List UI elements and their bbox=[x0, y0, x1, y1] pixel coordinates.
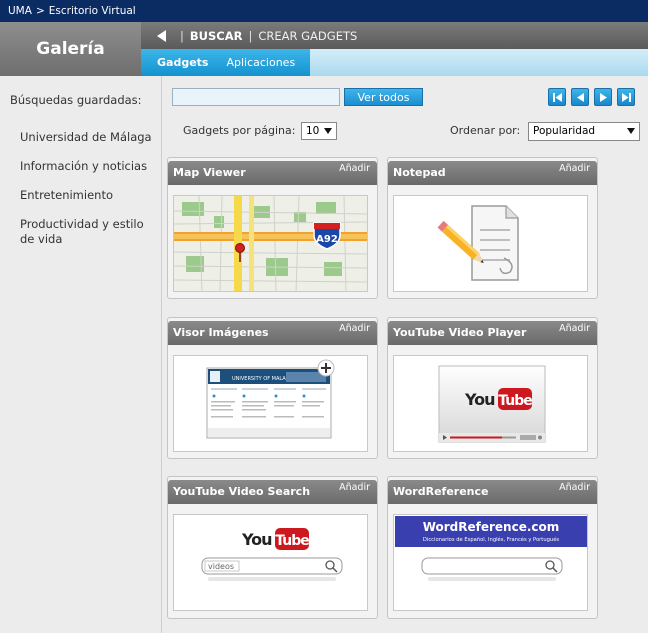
breadcrumb-root[interactable]: UMA bbox=[8, 5, 32, 17]
toolbar-separator: | bbox=[180, 28, 184, 43]
gadget-header: Visor Imágenes Añadir bbox=[168, 321, 377, 345]
wordreference-tagline: Diccionarios de Español, Inglés, Francés… bbox=[423, 536, 560, 543]
add-gadget-button[interactable]: Añadir bbox=[559, 323, 590, 334]
per-page-select[interactable]: 10 bbox=[301, 122, 337, 140]
search-input[interactable] bbox=[172, 88, 340, 106]
next-page-icon[interactable] bbox=[594, 88, 612, 106]
visor-thumbnail: UNIVERSITY OF MALAGA bbox=[173, 355, 368, 452]
wordreference-brand: WordReference.com bbox=[423, 520, 560, 534]
map-thumbnail: A92 bbox=[173, 195, 368, 292]
gadget-card-wordreference[interactable]: WordReference Añadir WordReference.com D… bbox=[387, 476, 598, 619]
sidebar-item-productividad[interactable]: Productividad y estilo de vida bbox=[20, 217, 158, 247]
gadget-title: WordReference bbox=[393, 485, 489, 498]
add-gadget-button[interactable]: Añadir bbox=[339, 323, 370, 334]
tab-gadgets[interactable]: Gadgets bbox=[157, 56, 208, 69]
gadget-card-map-viewer[interactable]: Map Viewer Añadir A92 bbox=[167, 157, 378, 299]
sidebar: Búsquedas guardadas: Universidad de Mála… bbox=[0, 76, 162, 633]
youtube-logo-tube: Tube bbox=[498, 393, 532, 409]
tab-bar: Gadgets Aplicaciones bbox=[141, 49, 648, 76]
youtube-search-value: videos bbox=[208, 562, 234, 571]
header: Galería | BUSCAR | CREAR GADGETS Gadgets… bbox=[0, 22, 648, 76]
tab-aplicaciones[interactable]: Aplicaciones bbox=[226, 56, 295, 69]
add-gadget-button[interactable]: Añadir bbox=[339, 482, 370, 493]
add-gadget-button[interactable]: Añadir bbox=[559, 163, 590, 174]
gadget-title: Map Viewer bbox=[173, 166, 246, 179]
order-label: Ordenar por: bbox=[450, 124, 521, 137]
breadcrumb-separator: > bbox=[35, 5, 45, 17]
order-value: Popularidad bbox=[533, 125, 596, 137]
youtube-logo-you: You bbox=[464, 390, 495, 409]
chevron-down-icon bbox=[627, 128, 635, 134]
toolbar-separator: | bbox=[248, 28, 253, 43]
page-title: Galería bbox=[0, 22, 141, 76]
breadcrumb: UMA > Escritorio Virtual bbox=[0, 0, 648, 22]
gadget-card-visor-imagenes[interactable]: Visor Imágenes Añadir UNIVERSITY OF MALA… bbox=[167, 317, 378, 459]
per-page-label: Gadgets por página: bbox=[183, 124, 296, 137]
youtube-player-thumbnail: You Tube bbox=[393, 355, 588, 452]
gadget-card-notepad[interactable]: Notepad Añadir bbox=[387, 157, 598, 299]
gadget-header: Map Viewer Añadir bbox=[168, 161, 377, 185]
crear-gadgets-button[interactable]: CREAR GADGETS bbox=[258, 29, 357, 43]
gadget-header: YouTube Video Player Añadir bbox=[388, 321, 597, 345]
gadget-title: Visor Imágenes bbox=[173, 326, 269, 339]
gadget-title: Notepad bbox=[393, 166, 446, 179]
add-gadget-button[interactable]: Añadir bbox=[339, 163, 370, 174]
ver-todos-button[interactable]: Ver todos bbox=[344, 88, 423, 106]
add-gadget-button[interactable]: Añadir bbox=[559, 482, 590, 493]
breadcrumb-current: Escritorio Virtual bbox=[48, 5, 136, 17]
gadget-card-youtube-player[interactable]: YouTube Video Player Añadir You Tube bbox=[387, 317, 598, 459]
sidebar-item-informacion[interactable]: Información y noticias bbox=[20, 159, 158, 174]
wordreference-thumbnail: WordReference.com Diccionarios de Españo… bbox=[393, 514, 588, 611]
tab-group: Gadgets Aplicaciones bbox=[141, 49, 310, 76]
prev-page-icon[interactable] bbox=[571, 88, 589, 106]
notepad-thumbnail bbox=[393, 195, 588, 292]
youtube-logo-tube: Tube bbox=[275, 533, 309, 549]
order-select[interactable]: Popularidad bbox=[528, 122, 640, 141]
chevron-down-icon bbox=[324, 128, 332, 134]
gadget-header: Notepad Añadir bbox=[388, 161, 597, 185]
main-content: Ver todos Gadgets por página: 10 Ordenar… bbox=[163, 76, 648, 633]
first-page-icon[interactable] bbox=[548, 88, 566, 106]
youtube-logo-you: You bbox=[241, 530, 272, 549]
sidebar-item-entretenimiento[interactable]: Entretenimiento bbox=[20, 188, 158, 203]
buscar-button[interactable]: BUSCAR bbox=[190, 29, 243, 43]
last-page-icon[interactable] bbox=[617, 88, 635, 106]
highway-badge: A92 bbox=[316, 234, 338, 245]
visor-caption: UNIVERSITY OF MALAGA bbox=[232, 376, 294, 382]
gadget-card-youtube-search[interactable]: YouTube Video Search Añadir You Tube vid… bbox=[167, 476, 378, 619]
gadget-header: WordReference Añadir bbox=[388, 480, 597, 504]
sidebar-item-universidad[interactable]: Universidad de Málaga bbox=[20, 130, 158, 145]
sidebar-title: Búsquedas guardadas: bbox=[10, 93, 142, 107]
toolbar: | BUSCAR | CREAR GADGETS bbox=[141, 22, 648, 49]
gadget-header: YouTube Video Search Añadir bbox=[168, 480, 377, 504]
per-page-value: 10 bbox=[306, 125, 320, 137]
gadget-title: YouTube Video Player bbox=[393, 326, 527, 339]
youtube-search-thumbnail: You Tube videos bbox=[173, 514, 368, 611]
back-arrow-icon[interactable] bbox=[157, 29, 166, 42]
gadget-title: YouTube Video Search bbox=[173, 485, 311, 498]
